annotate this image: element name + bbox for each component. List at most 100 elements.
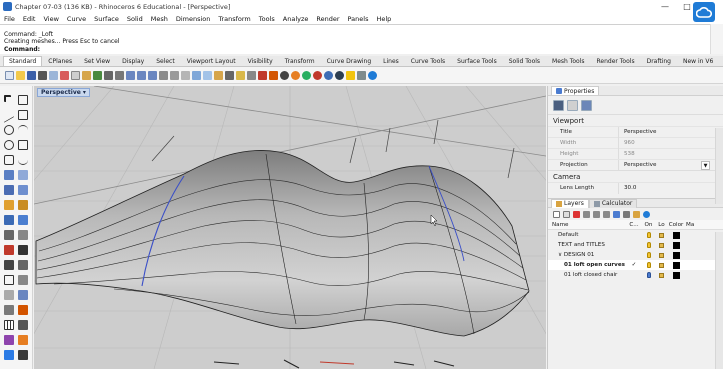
- rotate-icon[interactable]: [18, 290, 28, 300]
- polygon-icon[interactable]: [4, 155, 14, 165]
- tab-properties[interactable]: Properties: [551, 86, 600, 95]
- explode-icon[interactable]: [4, 260, 14, 270]
- rectangle-icon[interactable]: [18, 140, 28, 150]
- display-mode-icon[interactable]: [18, 350, 28, 360]
- layer-visibility-toggle[interactable]: [642, 232, 655, 238]
- prop-value[interactable]: 30.0: [618, 182, 723, 194]
- tab-cplanes[interactable]: CPlanes: [42, 56, 78, 66]
- layer-visibility-toggle[interactable]: [642, 262, 655, 268]
- tab-new-in-v6[interactable]: New in V6: [677, 56, 719, 66]
- col-color[interactable]: Color: [668, 222, 684, 228]
- text-icon[interactable]: [4, 275, 14, 285]
- render-material-icon[interactable]: [291, 70, 300, 80]
- layer-lock-toggle[interactable]: [655, 232, 668, 238]
- offset-icon[interactable]: [18, 260, 28, 270]
- light-icon[interactable]: [346, 70, 355, 80]
- layer-current-checkmark[interactable]: ✓: [626, 262, 642, 268]
- select-arrow-icon[interactable]: [4, 95, 11, 102]
- join-icon[interactable]: [18, 245, 28, 255]
- layer-row-01-loft-open-curves[interactable]: 01 loft open curves ✓: [548, 260, 723, 270]
- osnap-icon[interactable]: [269, 70, 278, 80]
- col-on[interactable]: On: [642, 222, 655, 228]
- menu-edit[interactable]: Edit: [23, 15, 36, 23]
- tab-calculator[interactable]: Calculator: [588, 198, 638, 208]
- menu-file[interactable]: File: [4, 15, 15, 23]
- tab-standard[interactable]: Standard: [3, 56, 43, 66]
- perspective-viewport[interactable]: Perspective ▾: [34, 86, 546, 369]
- viewport-canvas[interactable]: [34, 86, 546, 369]
- layer-row-default[interactable]: Default: [548, 230, 723, 240]
- menu-render[interactable]: Render: [316, 15, 339, 23]
- print-icon[interactable]: [38, 70, 47, 80]
- zoom-extents-icon[interactable]: [148, 70, 157, 80]
- polyline-icon[interactable]: [18, 110, 28, 120]
- mesh-icon[interactable]: [4, 215, 14, 225]
- rotate-view-icon[interactable]: [115, 70, 124, 80]
- viewport-title[interactable]: Perspective ▾: [37, 88, 90, 97]
- environment-icon[interactable]: [302, 70, 311, 80]
- menu-solid[interactable]: Solid: [127, 15, 143, 23]
- tab-viewport-layout[interactable]: Viewport Layout: [181, 56, 242, 66]
- help-icon[interactable]: [643, 210, 650, 218]
- paste-icon[interactable]: [82, 70, 91, 80]
- tab-render-tools[interactable]: Render Tools: [591, 56, 641, 66]
- layers-scrollbar[interactable]: [715, 232, 723, 369]
- pan-icon[interactable]: [104, 70, 113, 80]
- move-down-icon[interactable]: [593, 210, 600, 218]
- line-icon[interactable]: [4, 107, 14, 123]
- mirror-icon[interactable]: [18, 305, 28, 315]
- mesh-tools-icon[interactable]: [18, 215, 28, 225]
- layer-visibility-toggle[interactable]: [642, 272, 655, 278]
- open-file-icon[interactable]: [16, 70, 25, 80]
- ellipse-icon[interactable]: [4, 140, 14, 150]
- menu-transform[interactable]: Transform: [218, 15, 250, 23]
- filter-icon[interactable]: [613, 210, 620, 218]
- save-icon[interactable]: [27, 70, 36, 80]
- solid-box-icon[interactable]: [4, 200, 14, 210]
- menu-tools[interactable]: Tools: [259, 15, 275, 23]
- tab-mesh-tools[interactable]: Mesh Tools: [546, 56, 590, 66]
- layer-row-design-01[interactable]: ∨ DESIGN 01: [548, 250, 723, 260]
- set-view-icon[interactable]: [203, 70, 212, 80]
- col-current[interactable]: C...: [626, 222, 642, 228]
- chevron-down-icon[interactable]: ▼: [701, 160, 710, 170]
- render-sphere-icon[interactable]: [280, 70, 289, 80]
- new-layer-icon[interactable]: [553, 210, 560, 218]
- chevron-down-icon[interactable]: ▾: [83, 89, 86, 96]
- layer-visibility-toggle[interactable]: [642, 252, 655, 258]
- tab-display[interactable]: Display: [116, 56, 150, 66]
- copy-object-icon[interactable]: [4, 290, 14, 300]
- tab-drafting[interactable]: Drafting: [641, 56, 677, 66]
- layer-tools-icon[interactable]: [623, 210, 630, 218]
- tab-solid-tools[interactable]: Solid Tools: [503, 56, 546, 66]
- point-icon[interactable]: [18, 95, 28, 105]
- tab-curve-tools[interactable]: Curve Tools: [405, 56, 451, 66]
- cut-icon[interactable]: [60, 70, 69, 80]
- move-up-icon[interactable]: [583, 210, 590, 218]
- copy-icon[interactable]: [71, 70, 80, 80]
- layer-row-text-and-titles[interactable]: TEXT and TITLES: [548, 240, 723, 250]
- split-icon[interactable]: [4, 245, 14, 255]
- curvature-icon[interactable]: [18, 335, 28, 345]
- layer-color[interactable]: [668, 251, 684, 259]
- layer-color[interactable]: [668, 231, 684, 239]
- object-properties-icon[interactable]: [258, 70, 267, 80]
- scale-icon[interactable]: [4, 305, 14, 315]
- menu-panels[interactable]: Panels: [348, 15, 369, 23]
- select-icon[interactable]: [214, 70, 223, 80]
- layer-states-icon[interactable]: [633, 210, 640, 218]
- dimension-icon[interactable]: [18, 320, 28, 330]
- tab-layers[interactable]: Layers: [551, 198, 589, 208]
- zoom-selected-icon[interactable]: [159, 70, 168, 80]
- menu-curve[interactable]: Curve: [67, 15, 86, 23]
- options-icon[interactable]: [357, 70, 366, 80]
- hide-objects-icon[interactable]: [225, 70, 234, 80]
- viewport-properties-icon[interactable]: [567, 99, 578, 111]
- surface-icon[interactable]: [4, 170, 14, 180]
- circle-icon[interactable]: [4, 125, 14, 135]
- menu-help[interactable]: Help: [376, 15, 391, 23]
- minimize-button[interactable]: —: [654, 0, 676, 13]
- layer-color[interactable]: [668, 261, 684, 269]
- menu-analyze[interactable]: Analyze: [283, 15, 309, 23]
- raytraced-icon[interactable]: [313, 70, 322, 80]
